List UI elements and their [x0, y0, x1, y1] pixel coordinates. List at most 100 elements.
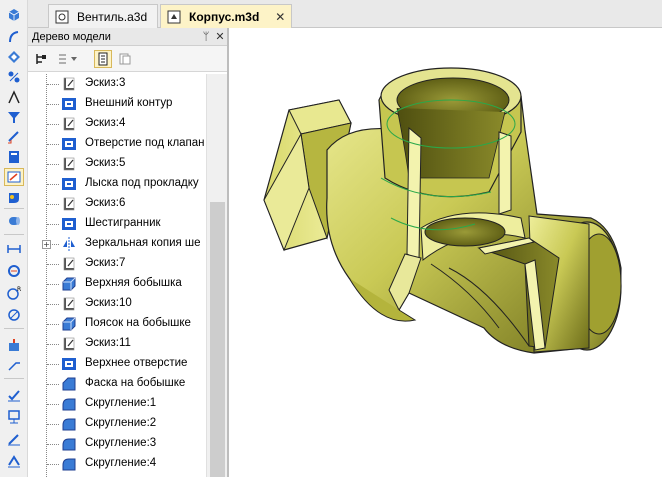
3d-viewport[interactable] [228, 28, 662, 477]
model-tree-panel: Дерево модели ᛘ ✕ Эскиз:3 Внешний контур Э… [28, 28, 228, 477]
arrays-icon[interactable] [4, 68, 24, 86]
mark-icon[interactable] [4, 452, 24, 470]
tree-item-label: Скругление:4 [85, 457, 157, 469]
tree-item[interactable]: Эскиз:4 [28, 114, 206, 134]
roughness-icon[interactable] [4, 262, 24, 280]
tree-detach-icon[interactable] [116, 50, 134, 68]
tolerance-icon[interactable] [4, 408, 24, 426]
tree-item[interactable]: Верхняя бобышка [28, 274, 206, 294]
close-icon[interactable]: ✕ [213, 30, 227, 43]
edit-sketch-icon[interactable] [4, 168, 24, 186]
cut-icon [61, 136, 77, 152]
tree-item[interactable]: Поясок на бобышке [28, 314, 206, 334]
leader-icon[interactable] [4, 356, 24, 374]
auxiliary-geometry-icon[interactable] [4, 88, 24, 106]
tree-item[interactable]: Эскиз:5 [28, 154, 206, 174]
extrude-icon [61, 316, 77, 332]
part-doc-icon [167, 10, 181, 23]
tree-item-label: Эскиз:10 [85, 297, 132, 309]
tree-item[interactable]: Верхнее отверстие [28, 354, 206, 374]
tree-item-label: Внешний контур [85, 97, 173, 109]
tree-item[interactable]: Скругление:1 [28, 394, 206, 414]
pipe-icon[interactable] [4, 212, 24, 230]
tree-item-label: Поясок на бобышке [85, 317, 191, 329]
curves-icon[interactable] [4, 28, 24, 46]
tree-item[interactable]: Скругление:3 [28, 434, 206, 454]
solid-ops-icon[interactable] [4, 6, 24, 24]
tree-item-label: Лыска под прокладку [85, 177, 199, 189]
tree-view-mode-icon[interactable] [54, 50, 82, 68]
tree-list: Эскиз:3 Внешний контур Эскиз:4 Отверстие по… [28, 74, 206, 477]
tree-item-label: Зеркальная копия ше [85, 237, 201, 249]
tab-label: Вентиль.a3d [77, 9, 148, 24]
extrude-icon [61, 276, 77, 292]
tree-item-label: Эскиз:6 [85, 197, 126, 209]
tree-item[interactable]: Фаска на бобышке [28, 374, 206, 394]
tree-item-label: Эскиз:11 [85, 337, 131, 349]
fillet-icon [61, 436, 77, 452]
tree-item-label: Верхнее отверстие [85, 357, 188, 369]
sketch-icon [61, 76, 77, 92]
surfaces-icon[interactable] [4, 48, 24, 66]
tree-item[interactable]: Внешний контур [28, 94, 206, 114]
tree-item-label: Скругление:3 [85, 437, 157, 449]
tree-item-label: Эскиз:4 [85, 117, 126, 129]
scrollbar-thumb[interactable] [210, 202, 225, 477]
fillet-icon [61, 416, 77, 432]
tab-korpus[interactable]: Корпус.m3d ✕ [160, 4, 292, 28]
valve-body-model[interactable] [229, 28, 662, 477]
cut-icon [61, 96, 77, 112]
measure-icon[interactable] [4, 128, 24, 146]
text-leader-icon[interactable] [4, 430, 24, 448]
sketch-icon [61, 196, 77, 212]
tree-item[interactable]: Эскиз:11 [28, 334, 206, 354]
tree-item[interactable]: Лыска под прокладку [28, 174, 206, 194]
sketch-icon [61, 336, 77, 352]
tree-structure-icon[interactable] [32, 50, 50, 68]
tree-item-label: Эскиз:3 [85, 77, 126, 89]
tree-item-label: Эскиз:7 [85, 257, 126, 269]
tree-item-label: Шестигранник [85, 217, 161, 229]
base-icon[interactable] [4, 336, 24, 354]
left-toolstrip: R [0, 0, 28, 477]
fillet-icon [61, 456, 77, 472]
close-icon[interactable]: ✕ [273, 10, 287, 24]
tree-item[interactable]: Эскиз:7 [28, 254, 206, 274]
tree-item[interactable]: + Зеркальная копия ше [28, 234, 206, 254]
tree-toolbar [28, 46, 227, 72]
cut-icon [61, 216, 77, 232]
tree-item[interactable]: Эскиз:10 [28, 294, 206, 314]
assembly-doc-icon [55, 10, 69, 23]
tree-item[interactable]: Эскиз:6 [28, 194, 206, 214]
panel-title: Дерево модели [32, 30, 111, 43]
fillet-icon [61, 396, 77, 412]
pin-icon[interactable]: ᛘ [199, 30, 213, 43]
radius-icon[interactable]: R [4, 284, 24, 302]
tree-item-label: Отверстие под клапан [85, 137, 205, 149]
tree-item[interactable]: Отверстие под клапан [28, 134, 206, 154]
tab-ventil[interactable]: Вентиль.a3d [48, 4, 158, 28]
mirror-icon [61, 236, 77, 252]
tab-label: Корпус.m3d [189, 9, 260, 24]
tree-item[interactable]: Шестигранник [28, 214, 206, 234]
sketch-icon [61, 256, 77, 272]
diameter-icon[interactable] [4, 306, 24, 324]
dimension-icon[interactable] [4, 240, 24, 258]
sketch-icon [61, 156, 77, 172]
svg-text:R: R [17, 286, 21, 293]
spec-icon[interactable] [4, 148, 24, 166]
sheet-metal-icon[interactable] [4, 188, 24, 206]
tree-item-label: Скругление:2 [85, 417, 157, 429]
sketch-icon [61, 116, 77, 132]
tree-scrollbar[interactable] [206, 74, 227, 477]
tree-item[interactable]: Скругление:2 [28, 414, 206, 434]
check-icon[interactable] [4, 386, 24, 404]
filter-icon[interactable] [4, 108, 24, 126]
tree-list-icon[interactable] [94, 50, 112, 68]
tree-panel-header: Дерево модели ᛘ ✕ [28, 28, 227, 46]
tree-item-label: Эскиз:5 [85, 157, 126, 169]
chamfer-icon [61, 376, 77, 392]
tree-item[interactable]: Эскиз:3 [28, 74, 206, 94]
tree-item-label: Фаска на бобышке [85, 377, 186, 389]
tree-item[interactable]: Скругление:4 [28, 454, 206, 474]
